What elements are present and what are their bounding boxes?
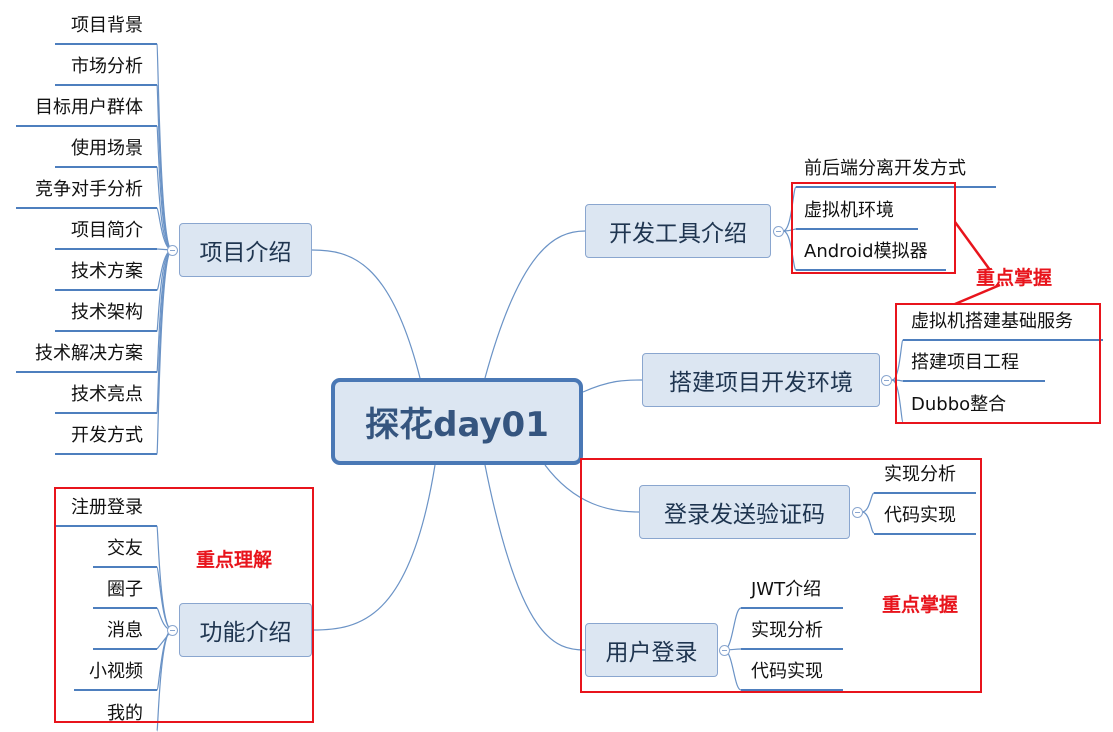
leaf-tech-highlights[interactable]: 技术亮点 xyxy=(55,374,157,414)
leaf-project-summary[interactable]: 项目简介 xyxy=(55,210,157,250)
central-topic-label: 探花day01 xyxy=(365,405,549,445)
leaf-tech-plan[interactable]: 技术方案 xyxy=(55,251,157,291)
leaf-tech-solutions[interactable]: 技术解决方案 xyxy=(16,333,157,373)
topic-dev-tools[interactable]: 开发工具介绍 xyxy=(585,204,771,258)
highlight-box-dev-tools xyxy=(791,182,956,274)
leaf-target-users[interactable]: 目标用户群体 xyxy=(16,87,157,127)
highlight-box-build-env xyxy=(895,303,1101,424)
note-focus-understand: 重点理解 xyxy=(196,549,273,571)
leaf-dev-method[interactable]: 开发方式 xyxy=(55,415,157,455)
central-topic[interactable]: 探花day01 xyxy=(331,378,583,465)
highlight-box-features xyxy=(54,487,314,723)
leaf-market-analysis[interactable]: 市场分析 xyxy=(55,46,157,86)
note-focus-master-top: 重点掌握 xyxy=(976,267,1053,289)
collapse-toggle-icon[interactable] xyxy=(773,226,784,237)
collapse-toggle-icon[interactable] xyxy=(167,245,178,256)
note-focus-master-bottom: 重点掌握 xyxy=(882,594,959,616)
topic-project-intro-label: 项目介绍 xyxy=(199,240,292,266)
collapse-toggle-icon[interactable] xyxy=(881,375,892,386)
topic-build-env[interactable]: 搭建项目开发环境 xyxy=(642,353,880,407)
leaf-project-background[interactable]: 项目背景 xyxy=(55,5,157,45)
topic-project-intro[interactable]: 项目介绍 xyxy=(179,223,312,277)
highlight-box-login xyxy=(580,458,982,693)
topic-dev-tools-label: 开发工具介绍 xyxy=(609,221,747,247)
leaf-usage-scenarios[interactable]: 使用场景 xyxy=(55,128,157,168)
topic-build-env-label: 搭建项目开发环境 xyxy=(669,370,853,396)
leaf-tech-architecture[interactable]: 技术架构 xyxy=(55,292,157,332)
leaf-competitor-analysis[interactable]: 竞争对手分析 xyxy=(16,169,157,209)
